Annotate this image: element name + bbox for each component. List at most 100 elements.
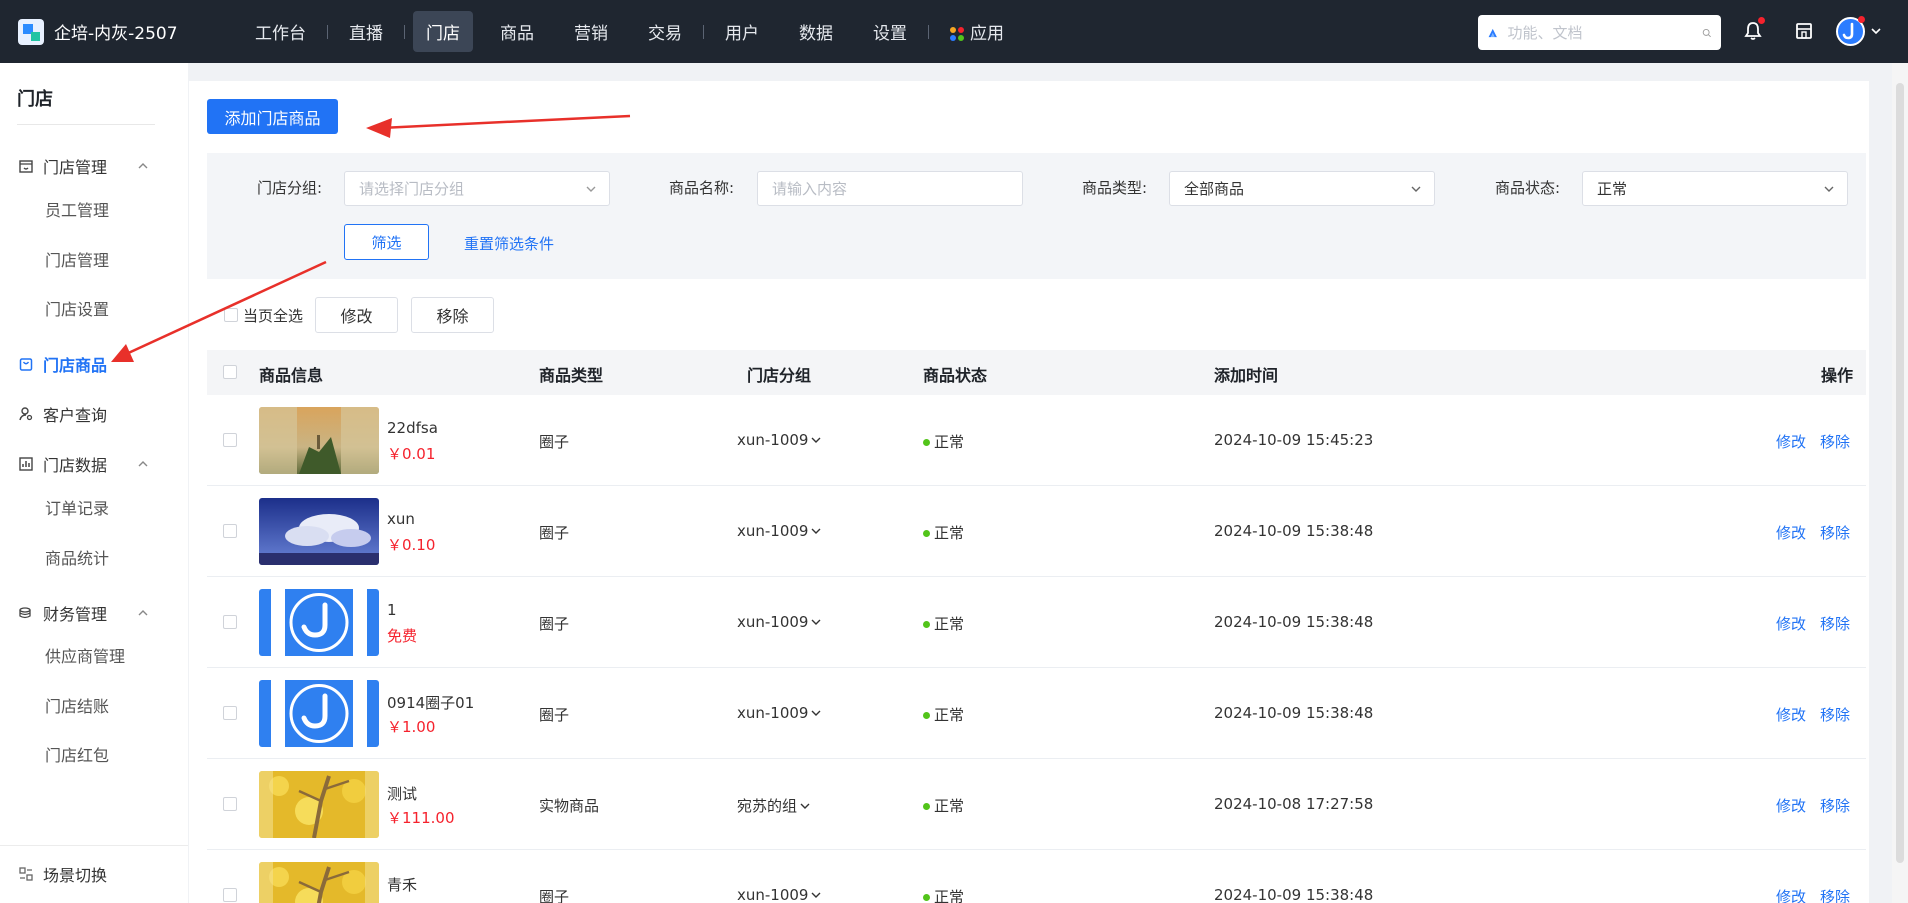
row-edit-link[interactable]: 修改 (1776, 522, 1806, 543)
nav-item-marketing[interactable]: 营销 (561, 11, 621, 52)
sidebar-item-store-settings[interactable]: 门店设置 (45, 296, 109, 320)
nav-item-apps[interactable]: 应用 (937, 11, 1017, 52)
name-input[interactable]: 请输入内容 (757, 171, 1023, 206)
sidebar-item-red-packet[interactable]: 门店红包 (45, 742, 109, 766)
row-remove-link[interactable]: 移除 (1820, 704, 1850, 725)
add-store-goods-button[interactable]: 添加门店商品 (207, 99, 338, 134)
bulk-actions: 当页全选 修改 移除 (224, 297, 507, 333)
type-select-value: 全部商品 (1184, 180, 1245, 198)
sidebar-group-label: 门店管理 (43, 158, 108, 177)
shop-icon[interactable] (1793, 20, 1815, 42)
nav-item-settings[interactable]: 设置 (860, 11, 920, 52)
row-remove-link[interactable]: 移除 (1820, 795, 1850, 816)
sidebar-group-store-management[interactable]: 门店管理 (18, 154, 158, 178)
group-select-placeholder: 请选择门店分组 (359, 180, 465, 198)
nav-item-data[interactable]: 数据 (786, 11, 846, 52)
goods-thumbnail[interactable] (259, 498, 379, 565)
row-remove-link[interactable]: 移除 (1820, 613, 1850, 634)
group-dropdown[interactable]: xun-1009 (737, 613, 822, 631)
scrollbar-thumb[interactable] (1896, 83, 1904, 863)
goods-thumbnail[interactable] (259, 589, 379, 656)
page-scrollbar[interactable] (1892, 63, 1908, 903)
avatar-dot (1858, 16, 1865, 23)
sidebar-group-finance[interactable]: 财务管理 (18, 601, 158, 625)
search-box[interactable] (1478, 15, 1721, 50)
header-ops: 操作 (1821, 366, 1854, 385)
bulk-remove-button[interactable]: 移除 (411, 297, 495, 333)
status-text: 正常 (934, 706, 965, 724)
status-select[interactable]: 正常 (1582, 171, 1848, 206)
group-dropdown[interactable]: xun-1009 (737, 886, 822, 903)
goods-name[interactable]: 22dfsa (387, 419, 438, 437)
goods-name[interactable]: 青禾 (387, 874, 417, 895)
nav-item-goods[interactable]: 商品 (487, 11, 547, 52)
header-checkbox[interactable] (223, 365, 237, 379)
row-remove-link[interactable]: 移除 (1820, 886, 1850, 903)
row-remove-link[interactable]: 移除 (1820, 431, 1850, 452)
goods-thumbnail[interactable] (259, 407, 379, 474)
select-page-label[interactable]: 当页全选 (243, 305, 303, 326)
nav-item-store[interactable]: 门店 (413, 11, 473, 52)
store-icon (19, 160, 33, 173)
nav-divider (327, 24, 328, 39)
goods-name[interactable]: 0914圈子01 (387, 692, 474, 713)
brand[interactable]: 企培-内灰-2507 (0, 18, 230, 45)
group-select[interactable]: 请选择门店分组 (344, 171, 610, 206)
nav-item-trade[interactable]: 交易 (635, 11, 695, 52)
group-dropdown[interactable]: 宛苏的组 (737, 795, 811, 816)
group-dropdown[interactable]: xun-1009 (737, 522, 822, 540)
type-select[interactable]: 全部商品 (1169, 171, 1435, 206)
goods-name[interactable]: 1 (387, 601, 397, 619)
sidebar-item-customer-query[interactable]: 客户查询 (18, 402, 158, 426)
sidebar-item-staff[interactable]: 员工管理 (45, 197, 109, 221)
goods-thumbnail[interactable] (259, 771, 379, 838)
row-edit-link[interactable]: 修改 (1776, 886, 1806, 903)
chevron-up-icon[interactable] (137, 607, 149, 619)
row-checkbox[interactable] (223, 433, 237, 447)
row-edit-link[interactable]: 修改 (1776, 795, 1806, 816)
sidebar-item-store-manage[interactable]: 门店管理 (45, 247, 109, 271)
sidebar-item-store-goods[interactable]: 门店商品 (18, 352, 158, 376)
reset-filters-link[interactable]: 重置筛选条件 (464, 233, 554, 254)
chevron-up-icon[interactable] (137, 458, 149, 470)
row-checkbox[interactable] (223, 888, 237, 902)
group-dropdown[interactable]: xun-1009 (737, 704, 822, 722)
status-dot (923, 894, 930, 901)
app-title: 企培-内灰-2507 (54, 24, 178, 44)
row-remove-link[interactable]: 移除 (1820, 522, 1850, 543)
chevron-up-icon[interactable] (137, 160, 149, 172)
goods-name[interactable]: 测试 (387, 783, 417, 804)
nav-divider (404, 24, 405, 39)
goods-thumbnail[interactable] (259, 680, 379, 747)
bulk-edit-button[interactable]: 修改 (315, 297, 399, 333)
group-dropdown[interactable]: xun-1009 (737, 431, 822, 449)
group-value: xun-1009 (737, 704, 809, 722)
row-edit-link[interactable]: 修改 (1776, 431, 1806, 452)
sidebar-item-order-records[interactable]: 订单记录 (45, 495, 109, 519)
nav-item-users[interactable]: 用户 (712, 11, 772, 52)
sidebar-item-goods-stats[interactable]: 商品统计 (45, 545, 109, 569)
row-checkbox[interactable] (223, 615, 237, 629)
filter-button[interactable]: 筛选 (344, 224, 429, 260)
row-checkbox[interactable] (223, 706, 237, 720)
sidebar-item-suppliers[interactable]: 供应商管理 (45, 643, 125, 667)
sidebar-item-store-checkout[interactable]: 门店结账 (45, 693, 109, 717)
goods-thumbnail[interactable] (259, 862, 379, 903)
status-text: 正常 (934, 433, 965, 451)
sidebar-group-store-data[interactable]: 门店数据 (18, 452, 158, 476)
scene-switch-button[interactable]: 场景切换 (18, 862, 158, 886)
row-edit-link[interactable]: 修改 (1776, 613, 1806, 634)
nav-item-live[interactable]: 直播 (336, 11, 396, 52)
row-edit-link[interactable]: 修改 (1776, 704, 1806, 725)
bag-icon (19, 358, 33, 371)
row-checkbox[interactable] (223, 797, 237, 811)
table-row: 1 免费 圈子 xun-1009 正常 2024-10-09 15:38:48 修改 移除 (207, 577, 1866, 668)
chevron-down-icon[interactable] (1870, 26, 1882, 36)
row-checkbox[interactable] (223, 524, 237, 538)
nav-item-workbench[interactable]: 工作台 (242, 11, 319, 52)
chevron-down-icon (800, 803, 810, 809)
search-icon[interactable] (1702, 25, 1712, 41)
goods-name[interactable]: xun (387, 510, 415, 528)
search-input[interactable] (1507, 23, 1702, 42)
select-page-checkbox[interactable] (224, 308, 238, 322)
